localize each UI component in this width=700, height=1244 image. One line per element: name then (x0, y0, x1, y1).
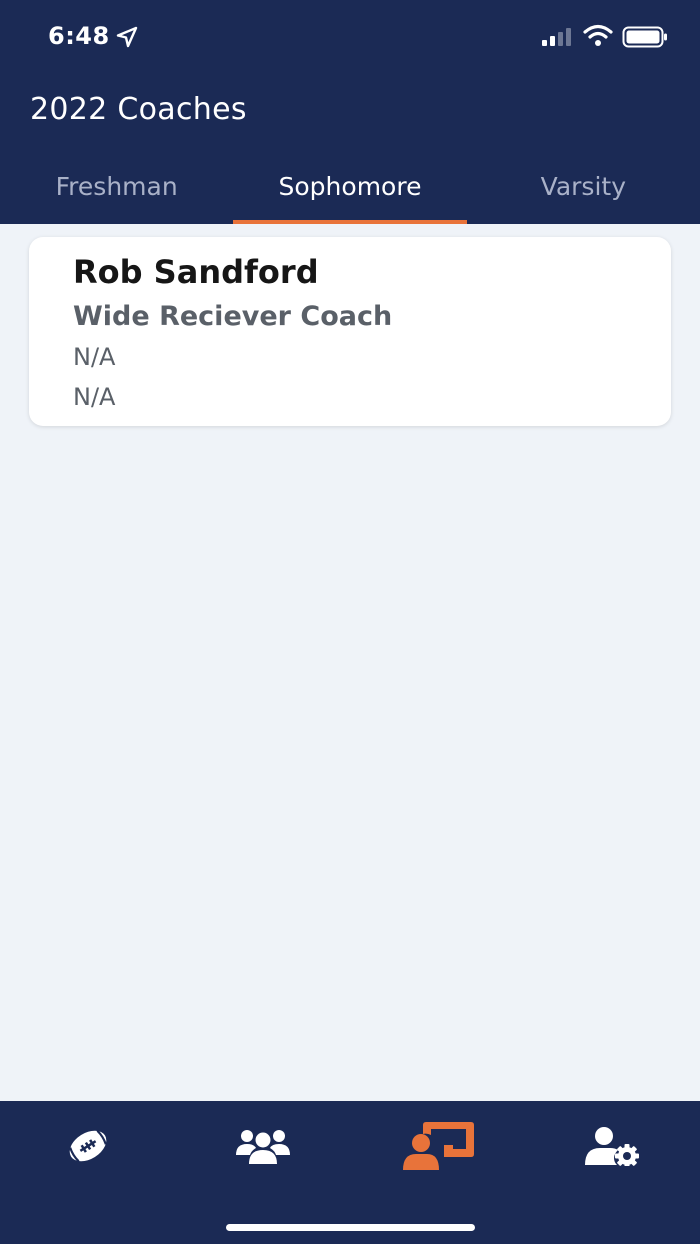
tab-label: Sophomore (278, 172, 422, 201)
coach-role: Wide Reciever Coach (73, 301, 393, 332)
status-time: 6:48 (48, 22, 110, 50)
coach-contact-line: N/A (73, 343, 116, 371)
page-title: 2022 Coaches (30, 92, 247, 127)
tab-freshman[interactable]: Freshman (0, 160, 233, 224)
nav-coaches[interactable] (350, 1101, 525, 1191)
coach-name: Rob Sandford (73, 253, 319, 291)
battery-icon (622, 26, 667, 48)
app-screen: 6:48 2022 Coaches Freshman Sophomore Var… (0, 0, 700, 1244)
team-level-tabs: Freshman Sophomore Varsity (0, 160, 700, 224)
tab-label: Freshman (55, 172, 178, 201)
coach-presentation-icon (402, 1122, 474, 1170)
home-indicator[interactable] (226, 1224, 475, 1231)
tab-varsity[interactable]: Varsity (467, 160, 700, 224)
coach-contact-line: N/A (73, 383, 116, 411)
location-arrow-icon (116, 26, 138, 48)
header: 6:48 2022 Coaches Freshman Sophomore Var… (0, 0, 700, 224)
team-icon (235, 1130, 290, 1164)
tab-label: Varsity (540, 172, 626, 201)
nav-roster[interactable] (175, 1101, 350, 1191)
cellular-signal-icon (542, 28, 571, 46)
status-bar: 6:48 (0, 0, 700, 74)
bottom-navigation (0, 1101, 700, 1244)
nav-settings[interactable] (525, 1101, 700, 1191)
coach-card[interactable]: Rob Sandford Wide Reciever Coach N/A N/A (29, 237, 671, 426)
wifi-icon (583, 24, 613, 46)
football-icon (68, 1129, 107, 1163)
user-settings-icon (584, 1127, 639, 1166)
nav-schedule[interactable] (0, 1101, 175, 1191)
tab-sophomore[interactable]: Sophomore (233, 160, 467, 224)
